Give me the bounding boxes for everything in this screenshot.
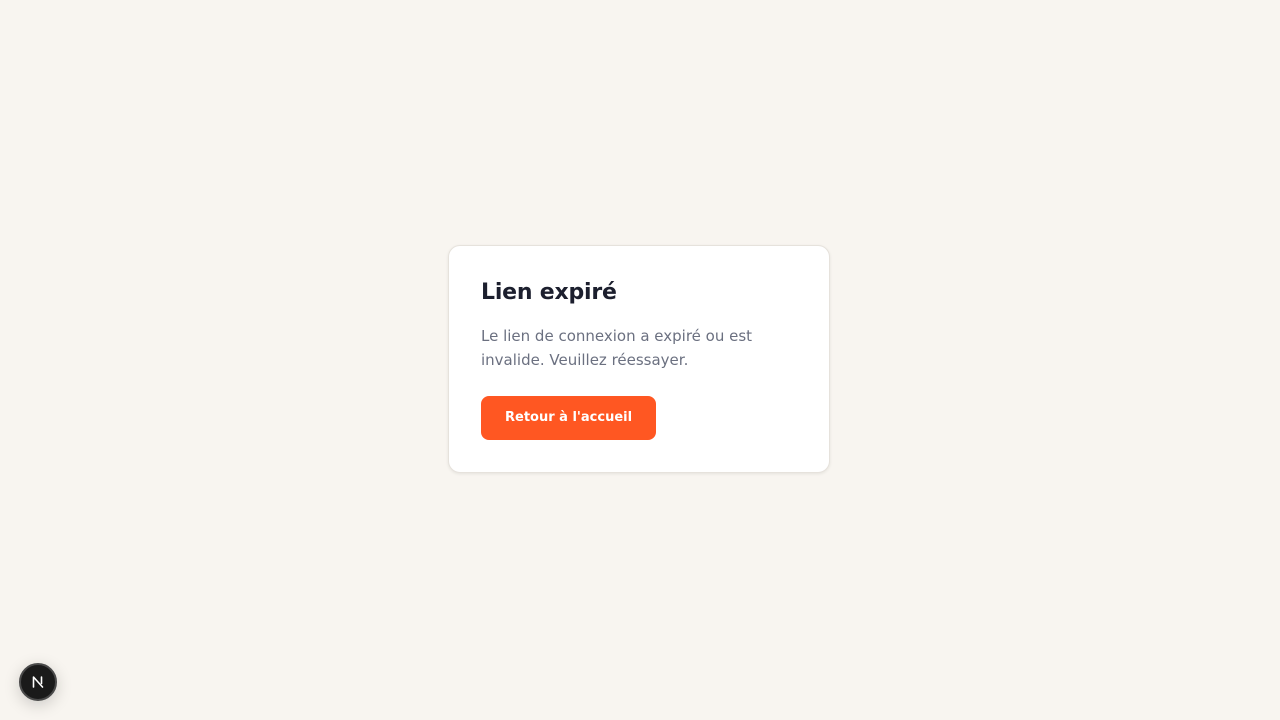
back-home-button[interactable]: Retour à l'accueil [481, 396, 657, 440]
error-card: Lien expiré Le lien de connexion a expir… [448, 245, 830, 473]
nextjs-dev-badge[interactable] [19, 663, 57, 701]
nextjs-logo-icon [32, 676, 44, 688]
card-title: Lien expiré [481, 280, 617, 305]
card-message: Le lien de connexion a expiré ou est inv… [481, 327, 753, 369]
